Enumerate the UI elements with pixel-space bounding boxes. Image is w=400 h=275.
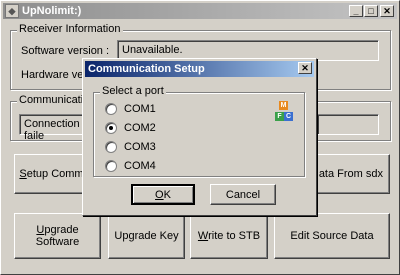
upgrade-key-button[interactable]: Upgrade Key	[108, 213, 185, 259]
port-option-com2[interactable]: COM2	[105, 122, 156, 134]
window-title: UpNolimit:)	[22, 5, 82, 17]
close-button[interactable]: ✕	[380, 5, 394, 17]
dialog-title: Communication Setup	[88, 63, 205, 75]
cancel-button[interactable]: Cancel	[210, 184, 276, 205]
software-version-label: Software version :	[21, 45, 110, 57]
connection-status-field: Connection faile	[19, 114, 83, 142]
connection-status-field-right	[317, 114, 379, 135]
app-icon: ◆	[5, 4, 19, 18]
minimize-button[interactable]: _	[349, 5, 363, 17]
radio-button[interactable]	[105, 141, 117, 153]
write-to-stb-button[interactable]: Write to STB	[190, 213, 268, 259]
port-option-com4[interactable]: COM4	[105, 160, 156, 172]
radio-button[interactable]	[105, 122, 117, 134]
ok-button[interactable]: OK	[131, 184, 195, 205]
receiver-info-legend: Receiver Information	[17, 23, 123, 35]
data-from-button[interactable]: ata From sdx	[315, 154, 390, 194]
maximize-button[interactable]: □	[364, 5, 378, 17]
select-port-legend: Select a port	[100, 85, 166, 97]
dialog-title-bar[interactable]: Communication Setup ✕	[85, 61, 314, 77]
radio-button[interactable]	[105, 103, 117, 115]
port-option-com3[interactable]: COM3	[105, 141, 156, 153]
port-blocks-icon: M F C	[275, 101, 293, 123]
title-bar[interactable]: ◆ UpNolimit:) _ □ ✕	[3, 3, 397, 19]
setup-communication-button[interactable]: Setup Comm	[14, 154, 89, 194]
upgrade-software-button[interactable]: Upgrade Software	[14, 213, 101, 259]
port-option-com1[interactable]: COM1	[105, 103, 156, 115]
communication-setup-dialog: Communication Setup ✕ Select a port COM1…	[82, 58, 317, 216]
dialog-close-button[interactable]: ✕	[298, 62, 312, 74]
edit-source-data-button[interactable]: Edit Source Data	[274, 213, 390, 259]
radio-button[interactable]	[105, 160, 117, 172]
